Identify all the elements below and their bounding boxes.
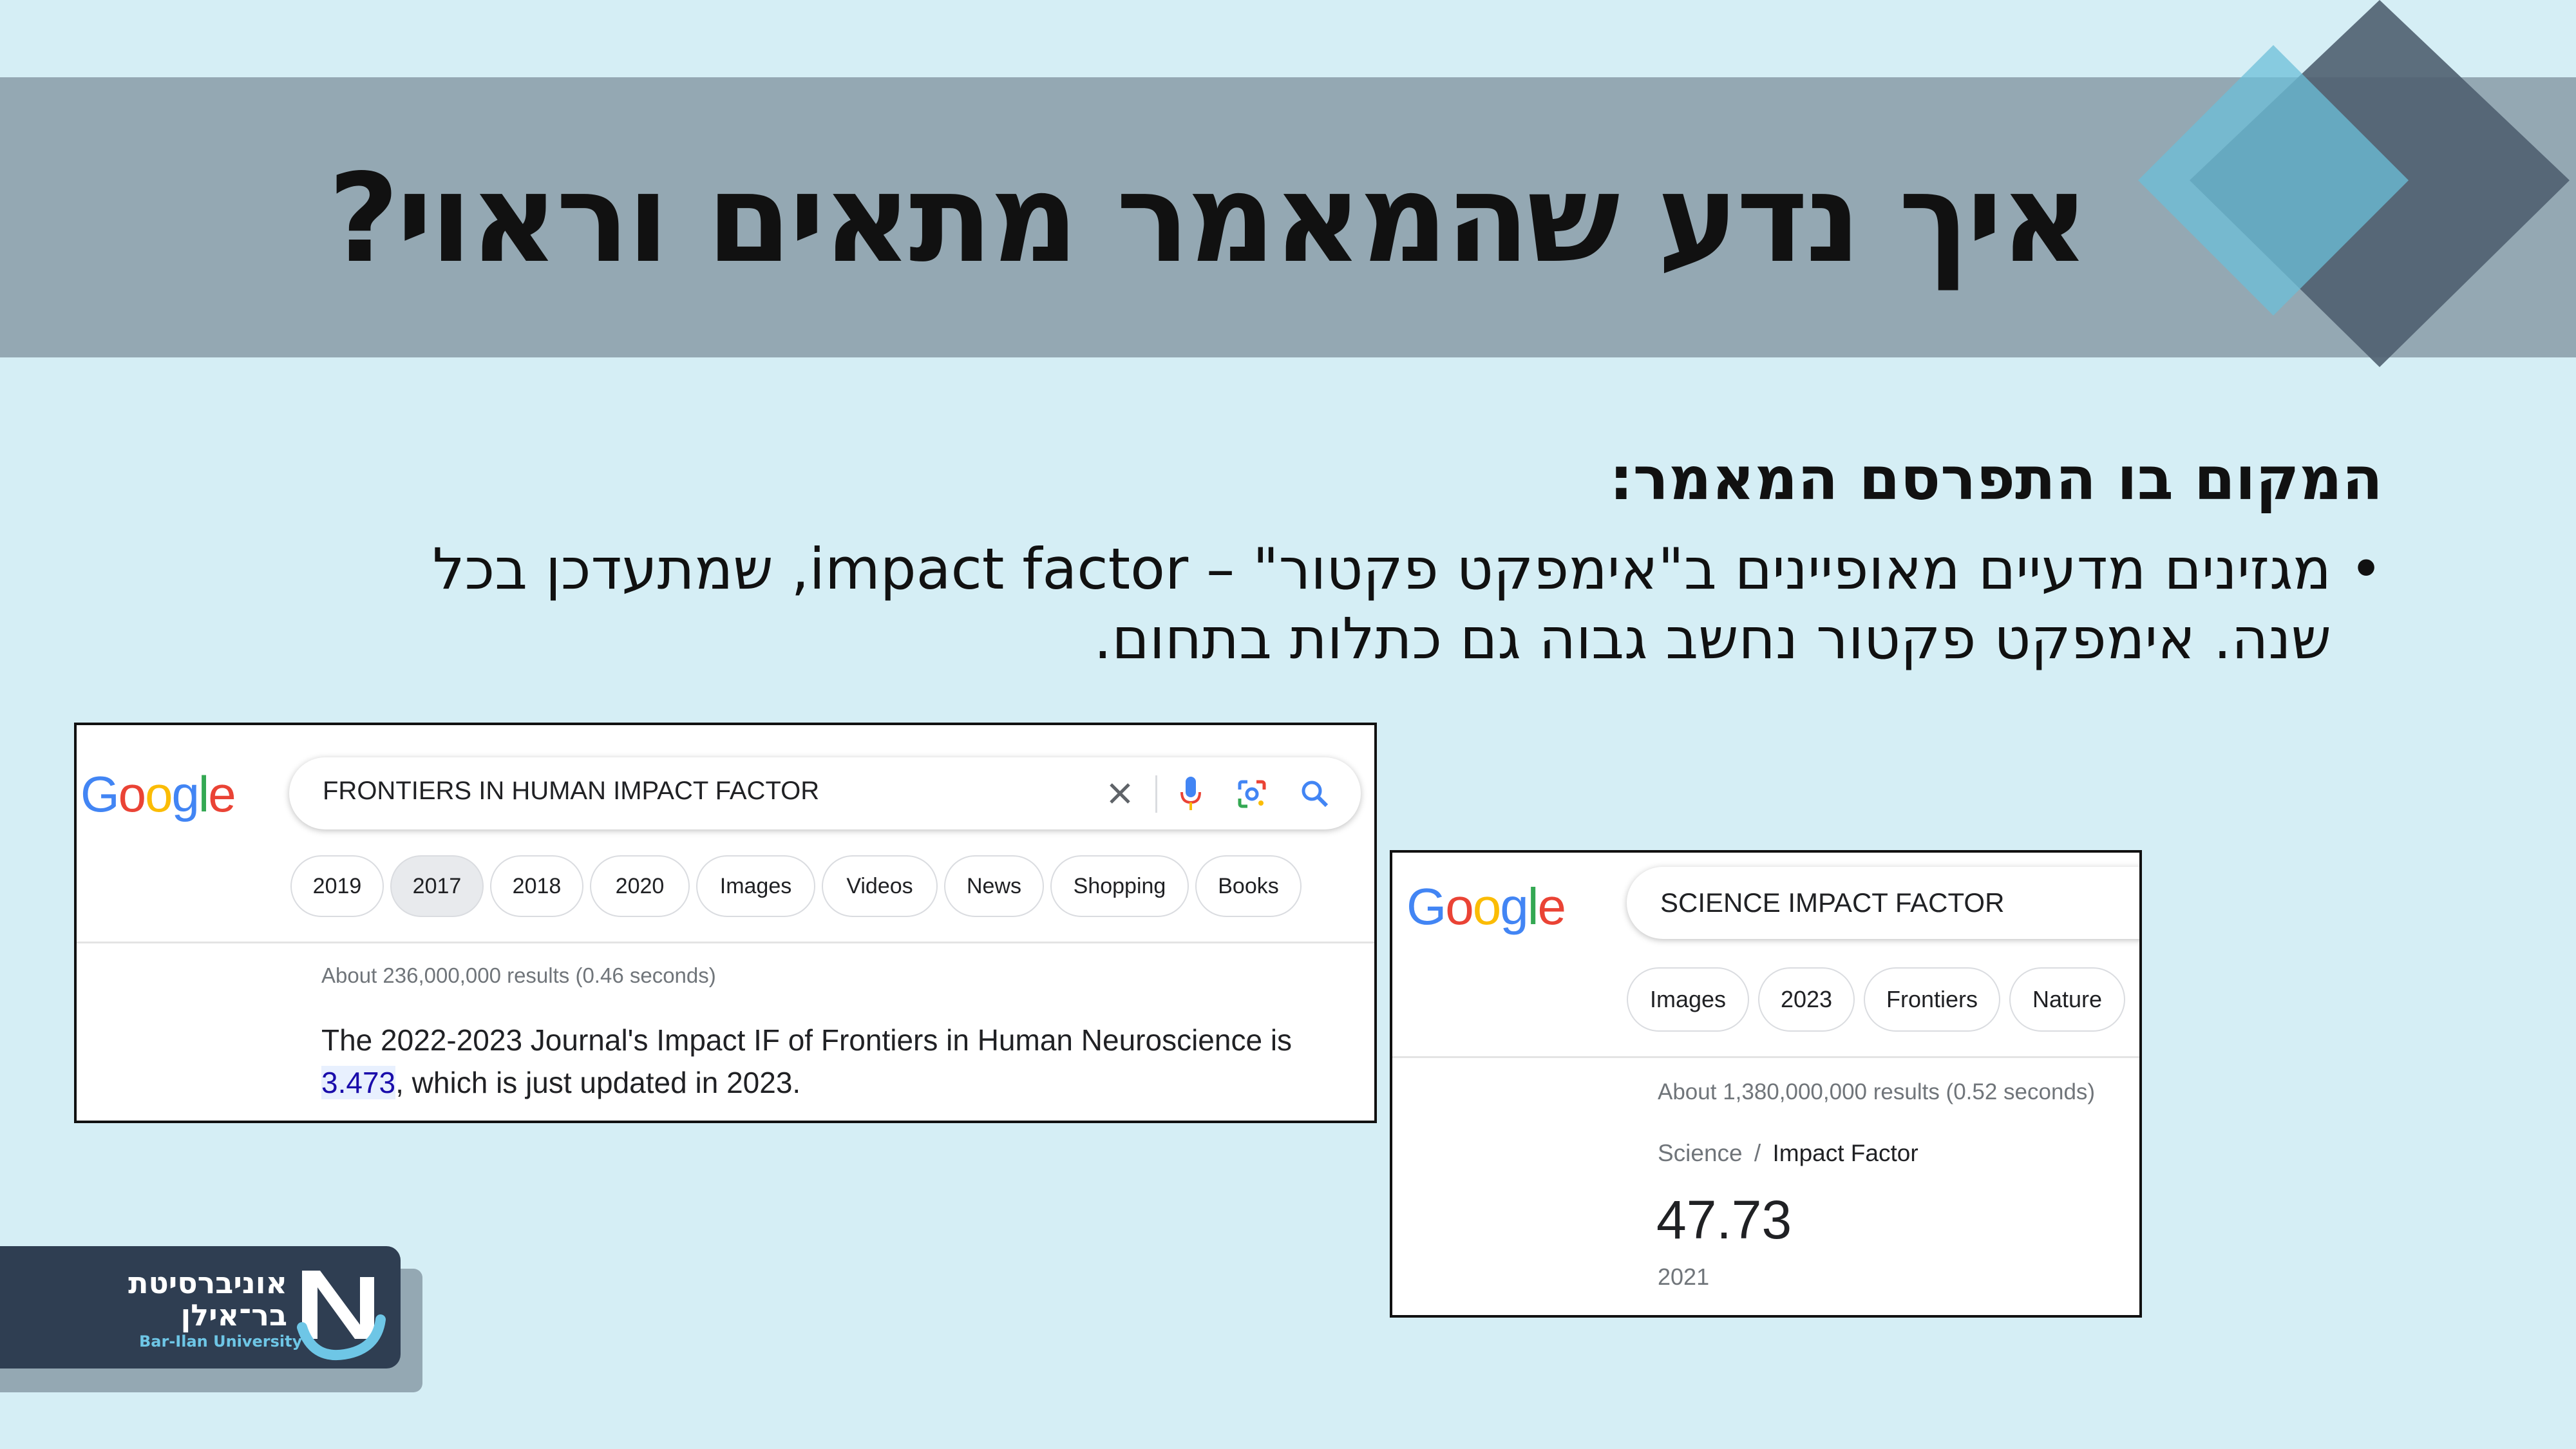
filter-chip-shopping[interactable]: Shopping [1050, 855, 1189, 917]
snippet-rest: , which is just updated in 2023. [395, 1066, 801, 1099]
breadcrumb-leaf: Impact Factor [1772, 1140, 1918, 1166]
bullet-line-2: שנה. אימפקט פקטור נחשב גבוה גם כתלות בתח… [1094, 605, 2331, 672]
search-input[interactable]: SCIENCE IMPACT FACTOR [1660, 887, 2004, 918]
google-logo: Google [80, 766, 236, 822]
slide-title: איך נדע שהמאמר מתאים וראוי? [328, 147, 2089, 290]
bullet-item: • מגזינים מדעיים מאופיינים ב"אימפקט פקטו… [412, 535, 2383, 674]
search-screenshot-science: Google SCIENCE IMPACT FACTOR Images 2023… [1390, 850, 2142, 1318]
bar-ilan-emblem-icon [297, 1271, 386, 1361]
filter-chip-2018[interactable]: 2018 [490, 855, 583, 917]
subheading: המקום בו התפרסם המאמר: [1609, 444, 2383, 513]
filter-chip-frontiers[interactable]: Frontiers [1864, 967, 2000, 1032]
bullet-line-1: מגזינים מדעיים מאופיינים ב"אימפקט פקטור"… [432, 536, 2331, 602]
google-logo: Google [1406, 878, 1566, 935]
search-box-separator [1155, 775, 1157, 813]
filter-chip-images[interactable]: Images [696, 855, 815, 917]
search-input[interactable]: FRONTIERS IN HUMAN IMPACT FACTOR [323, 777, 819, 806]
filter-chip-2019[interactable]: 2019 [290, 855, 384, 917]
filter-chip-news[interactable]: News [944, 855, 1044, 917]
filter-chip-books[interactable]: Books [1195, 855, 1302, 917]
results-divider [1392, 1056, 2139, 1058]
snippet-line-2: 3.473, which is just updated in 2023. [321, 1065, 800, 1100]
search-icon[interactable] [1299, 778, 1330, 809]
breadcrumb-root[interactable]: Science [1658, 1140, 1743, 1166]
filter-chip-videos[interactable]: Videos [822, 855, 938, 917]
search-box[interactable]: SCIENCE IMPACT FACTOR [1627, 867, 2139, 939]
filter-chip-nature[interactable]: Nature [2009, 967, 2125, 1032]
breadcrumb-separator: / [1754, 1140, 1761, 1166]
filter-chip-images[interactable]: Images [1627, 967, 1749, 1032]
microphone-icon[interactable] [1178, 775, 1204, 813]
clear-icon[interactable] [1107, 781, 1133, 806]
snippet-line-1: The 2022-2023 Journal's Impact IF of Fro… [321, 1023, 1293, 1057]
impact-factor-year: 2021 [1658, 1264, 1710, 1290]
impact-factor-value: 47.73 [1656, 1189, 1792, 1250]
search-screenshot-frontiers: Google FRONTIERS IN HUMAN IMPACT FACTOR … [74, 723, 1377, 1123]
breadcrumb: Science / Impact Factor [1658, 1140, 1918, 1167]
filter-chip-2017[interactable]: 2017 [390, 855, 484, 917]
lens-icon[interactable] [1236, 778, 1268, 810]
university-logo: אוניברסיטת בר־אילן Bar-Ilan University [0, 1246, 401, 1368]
results-count: About 236,000,000 results (0.46 seconds) [321, 963, 716, 987]
logo-hebrew-line-1: אוניברסיטת [128, 1265, 287, 1300]
filter-chip-2023[interactable]: 2023 [1758, 967, 1855, 1032]
filter-chip-2020[interactable]: 2020 [590, 855, 690, 917]
results-divider [77, 942, 1374, 943]
logo-english: Bar-Ilan University [139, 1332, 303, 1350]
impact-factor-value: 3.473 [321, 1066, 396, 1099]
logo-hebrew-line-2: בר־אילן [180, 1298, 288, 1332]
search-box[interactable]: FRONTIERS IN HUMAN IMPACT FACTOR [289, 757, 1361, 829]
bullet-symbol: • [2349, 536, 2383, 602]
results-count: About 1,380,000,000 results (0.52 second… [1658, 1079, 2096, 1104]
